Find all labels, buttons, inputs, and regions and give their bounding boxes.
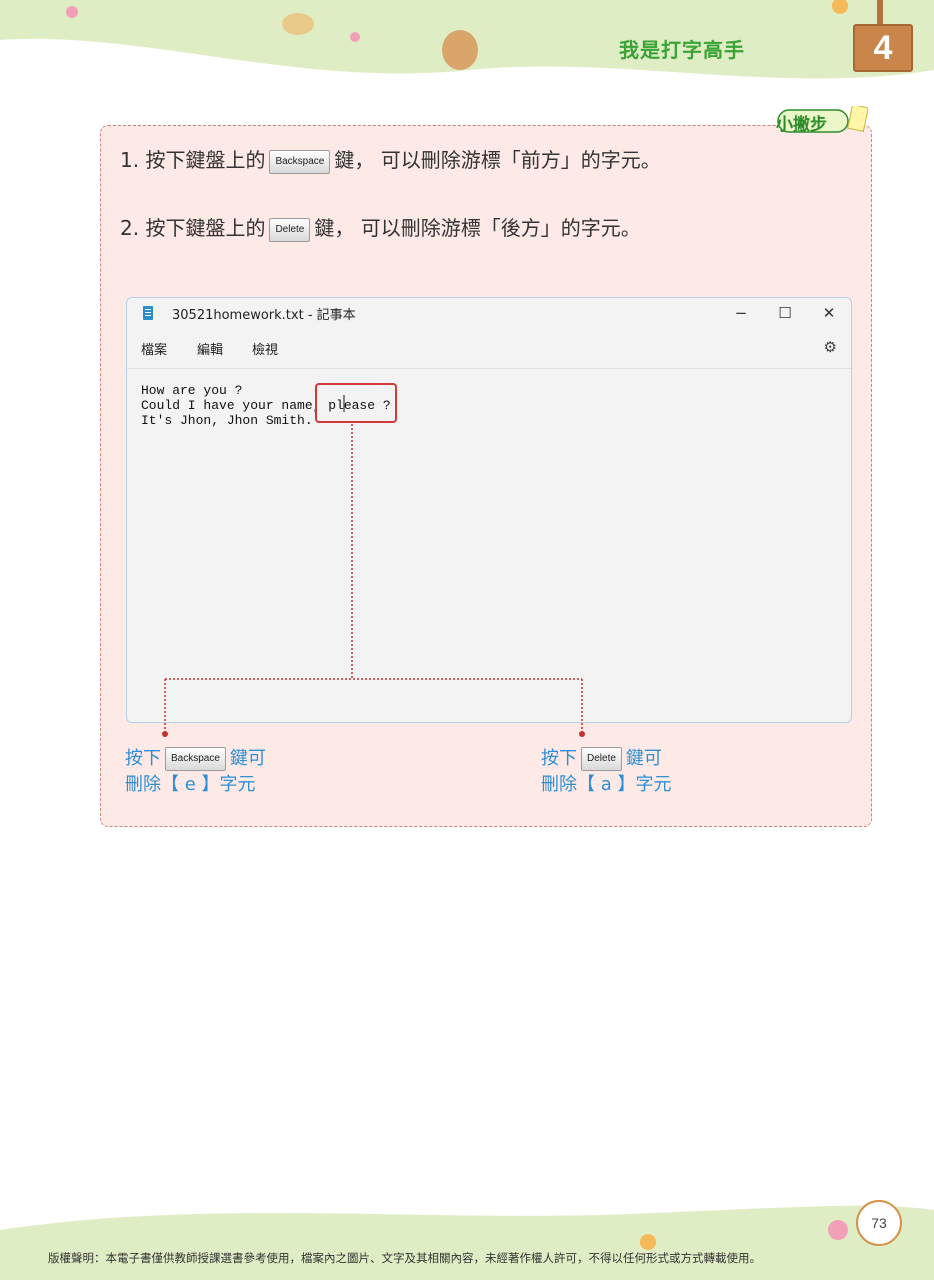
delete-key-graphic: Delete [581,747,622,771]
caption-text: 按下 [541,748,577,769]
caption-backspace: 按下 Backspace 鍵可 刪除【 e 】字元 [125,746,266,798]
page-number: 73 [856,1200,902,1246]
footer-band [0,1205,934,1280]
caption-delete: 按下 Delete 鍵可 刪除【 a 】字元 [541,746,671,798]
copyright-notice: 版權聲明：本電子書僅供教師授課選書參考使用，檔案內之圖片、文字及其相關內容，未經… [48,1251,761,1265]
backspace-key-graphic: Backspace [165,747,226,771]
caption-line2: 刪除【 a 】字元 [541,774,672,795]
callout-lines [162,395,585,737]
caption-text: 按下 [125,748,161,769]
caption-line2: 刪除【 e 】字元 [125,774,256,795]
caption-text: 鍵可 [625,748,662,769]
caption-text: 鍵可 [229,748,266,769]
